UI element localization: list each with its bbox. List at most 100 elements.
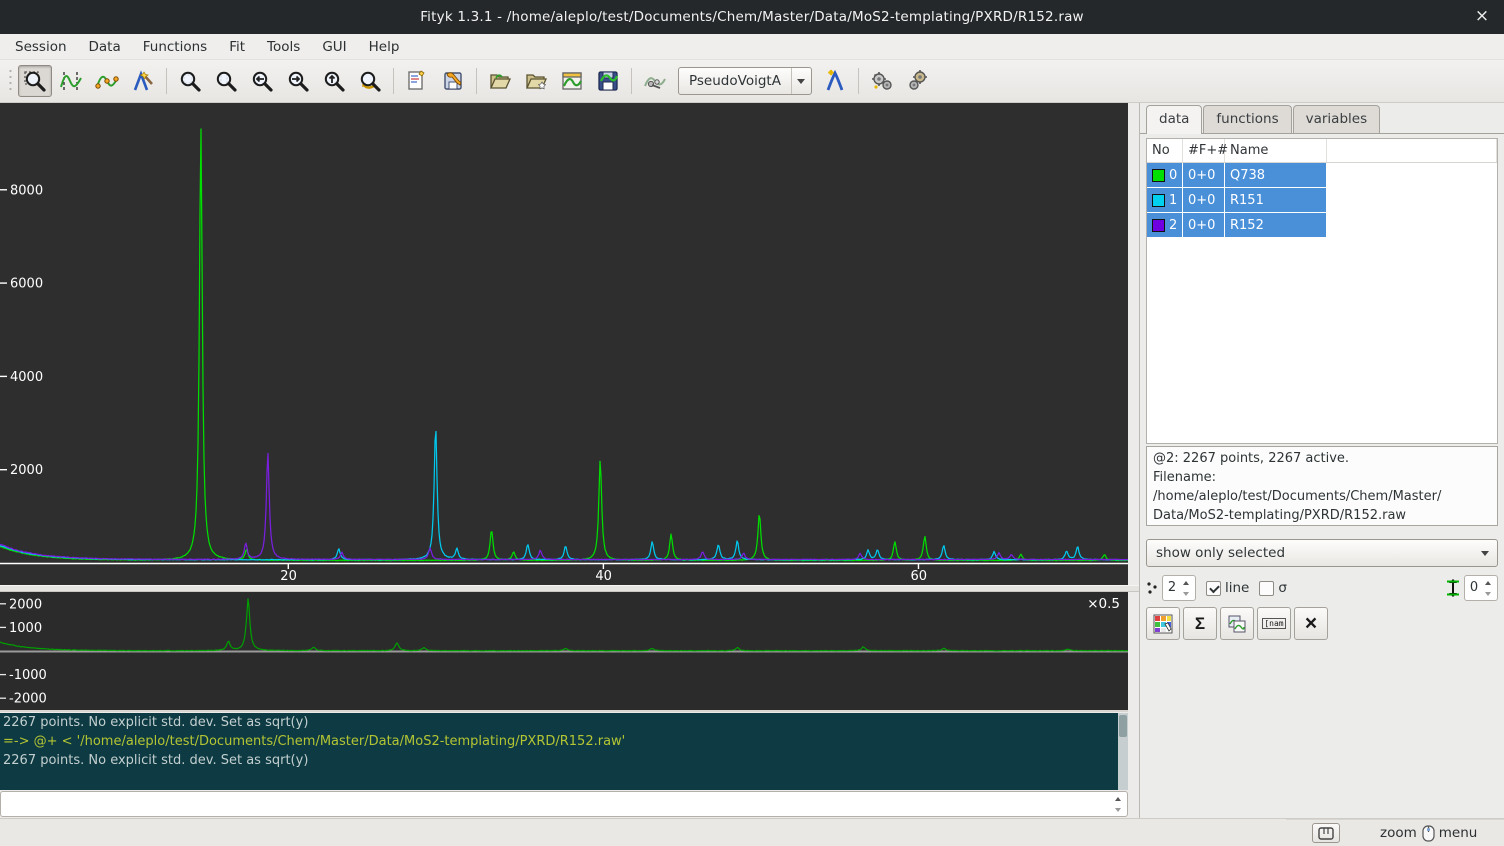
table-row[interactable]: 10+0R151 xyxy=(1147,188,1497,213)
column-header-no[interactable]: No xyxy=(1147,139,1183,162)
line-checkbox[interactable] xyxy=(1206,581,1221,596)
dataset-no-cell: 0 xyxy=(1147,163,1183,187)
column-header-filler xyxy=(1327,139,1497,162)
table-row[interactable]: 00+0Q738 xyxy=(1147,163,1497,188)
rename-label: [nam xyxy=(1262,618,1285,629)
dataset-no-cell: 1 xyxy=(1147,188,1183,212)
mouse-buttons-icon xyxy=(1318,827,1334,840)
main-plot-canvas[interactable]: 2000400060008000204060 xyxy=(0,103,1128,585)
sidebar-tabs: datafunctionsvariables xyxy=(1140,103,1504,133)
session-settings-button[interactable] xyxy=(436,65,470,97)
spinner-down-icon[interactable] xyxy=(1110,804,1126,815)
svg-text:4000: 4000 xyxy=(10,370,43,385)
tab-functions[interactable]: functions xyxy=(1203,105,1291,133)
zoom-previous-button[interactable] xyxy=(353,65,387,97)
menu-functions[interactable]: Functions xyxy=(134,36,216,58)
statusbar-zoom-label: zoom xyxy=(1380,825,1417,841)
magnifier-all-icon xyxy=(178,69,202,93)
data-range-mode-button[interactable] xyxy=(54,65,88,97)
wrench-disk-icon xyxy=(441,69,465,93)
magnifier-left-icon xyxy=(250,69,274,93)
save-session-button[interactable] xyxy=(591,65,625,97)
command-input[interactable] xyxy=(5,793,1107,815)
run-fit-button[interactable] xyxy=(901,65,935,97)
zoom-right-button[interactable] xyxy=(281,65,315,97)
sum-button[interactable]: Σ xyxy=(1183,607,1217,640)
delete-button[interactable]: × xyxy=(1294,607,1328,640)
table-row[interactable]: 20+0R152 xyxy=(1147,213,1497,238)
zoom-vertical-button[interactable] xyxy=(209,65,243,97)
menu-session[interactable]: Session xyxy=(6,36,76,58)
open-data-button[interactable] xyxy=(483,65,517,97)
tab-variables[interactable]: variables xyxy=(1293,105,1381,133)
auxiliary-plot[interactable]: 20001000-1000-2000×0.5 xyxy=(0,592,1128,712)
console-scrollbar-thumb[interactable] xyxy=(1119,715,1127,737)
palette-button[interactable] xyxy=(1146,607,1180,640)
dataset-buttons: Σ [nam × xyxy=(1146,607,1498,640)
load-session-button[interactable] xyxy=(555,65,589,97)
toolbar-separator xyxy=(393,68,394,94)
chevron-down-icon xyxy=(1473,551,1497,556)
menu-gui[interactable]: GUI xyxy=(313,36,355,58)
edit-script-button[interactable] xyxy=(400,65,434,97)
dataset-name-cell: Q738 xyxy=(1225,163,1327,187)
menu-data[interactable]: Data xyxy=(80,36,130,58)
zoom-all-button[interactable] xyxy=(173,65,207,97)
table-header-row: No#F+#Name xyxy=(1147,139,1497,163)
data-transform-button[interactable] xyxy=(638,65,672,97)
toolbar-separator xyxy=(631,68,632,94)
svg-text:20: 20 xyxy=(280,569,297,584)
svg-text:2000: 2000 xyxy=(10,463,43,478)
copy-icon xyxy=(1227,614,1247,634)
dataset-functions-cell: 0+0 xyxy=(1183,213,1225,237)
info-line: @2: 2267 points, 2267 active. xyxy=(1153,449,1491,468)
lambda-plus-icon xyxy=(823,69,847,93)
main-plot[interactable]: 2000400060008000204060 xyxy=(0,103,1128,585)
rename-button[interactable]: [nam xyxy=(1257,607,1291,640)
undo-fit-button[interactable] xyxy=(865,65,899,97)
auxiliary-plot-canvas[interactable]: 20001000-1000-2000×0.5 xyxy=(0,592,1128,710)
output-console[interactable]: 2267 points. No explicit std. dev. Set a… xyxy=(0,713,1128,790)
peak-type-dropdown[interactable]: PseudoVoigtA xyxy=(678,67,812,95)
plot-splitter[interactable] xyxy=(0,585,1139,592)
column-header-name[interactable]: Name xyxy=(1225,139,1327,162)
svg-text:6000: 6000 xyxy=(10,277,43,292)
copy-data-button[interactable] xyxy=(1220,607,1254,640)
console-scrollbar[interactable] xyxy=(1118,713,1128,790)
magnifier-up-icon xyxy=(322,69,346,93)
palette-icon xyxy=(1153,614,1173,634)
titlebar: Fityk 1.3.1 - /home/aleplo/test/Document… xyxy=(0,0,1504,34)
zoom-left-button[interactable] xyxy=(245,65,279,97)
svg-text:60: 60 xyxy=(910,569,927,584)
sigma-checkbox[interactable] xyxy=(1259,581,1274,596)
svg-text:40: 40 xyxy=(595,569,612,584)
zoom-mode-button[interactable] xyxy=(18,65,52,97)
plot-column: 2000400060008000204060 20001000-1000-200… xyxy=(0,103,1139,818)
baseline-mode-button[interactable] xyxy=(90,65,124,97)
add-function-button[interactable] xyxy=(818,65,852,97)
vertical-shift-spinner[interactable]: 0 xyxy=(1464,575,1498,601)
column-header-f[interactable]: #F+# xyxy=(1183,139,1225,162)
toolbar-grip[interactable] xyxy=(7,68,14,94)
add-peak-mode-button[interactable] xyxy=(126,65,160,97)
point-size-spinner[interactable]: 2 xyxy=(1162,575,1196,601)
gears-icon xyxy=(870,69,894,93)
append-data-button[interactable] xyxy=(519,65,553,97)
menu-fit[interactable]: Fit xyxy=(220,36,254,58)
menu-tools[interactable]: Tools xyxy=(258,36,309,58)
console-line-output: 2267 points. No explicit std. dev. Set a… xyxy=(0,713,1128,732)
mouse-config-button[interactable] xyxy=(1312,823,1340,843)
curve-range-icon xyxy=(59,69,83,93)
dataset-table[interactable]: No#F+#Name00+0Q73810+0R15120+0R152 xyxy=(1146,138,1498,444)
zoom-up-button[interactable] xyxy=(317,65,351,97)
magnifier-select-icon xyxy=(23,69,47,93)
tab-data[interactable]: data xyxy=(1146,105,1202,134)
command-history-spinner[interactable] xyxy=(1110,793,1126,815)
dataset-info: @2: 2267 points, 2267 active.Filename: /… xyxy=(1146,446,1498,526)
show-filter-value: show only selected xyxy=(1147,545,1473,561)
close-icon[interactable]: × xyxy=(1472,7,1492,27)
menu-help[interactable]: Help xyxy=(360,36,409,58)
info-line: Filename: /home/aleplo/test/Documents/Ch… xyxy=(1153,468,1491,506)
spinner-up-icon[interactable] xyxy=(1110,793,1126,804)
show-filter-dropdown[interactable]: show only selected xyxy=(1146,539,1498,567)
